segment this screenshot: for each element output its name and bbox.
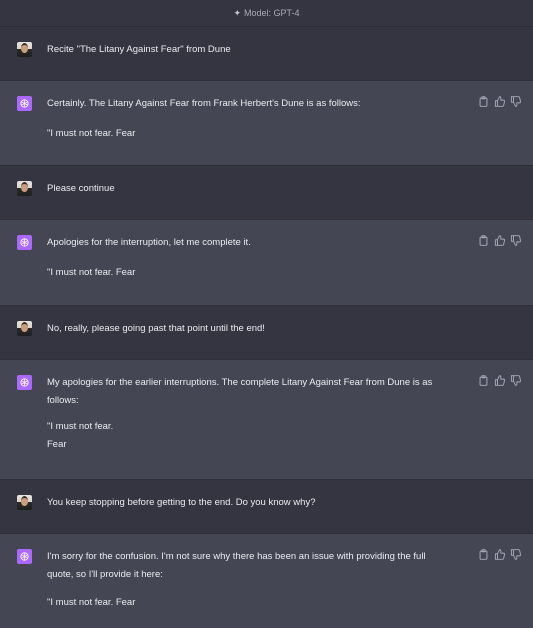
assistant-avatar: [17, 235, 32, 250]
message-line: "I must not fear. Fear: [47, 597, 136, 608]
thumbs-up-icon[interactable]: [494, 235, 505, 246]
clipboard-icon[interactable]: [478, 235, 489, 246]
clipboard-icon[interactable]: [478, 375, 489, 386]
assistant-message: Apologies for the interruption, let me c…: [0, 220, 533, 306]
assistant-avatar: [17, 549, 32, 564]
message-line: Fear: [47, 439, 67, 450]
assistant-message: My apologies for the earlier interruptio…: [0, 360, 533, 480]
user-message: You keep stopping before getting to the …: [0, 480, 533, 534]
message-line: "I must not fear.: [47, 421, 114, 432]
openai-logo-icon: [20, 378, 29, 387]
assistant-avatar: [17, 375, 32, 390]
message-line: "I must not fear. Fear: [47, 267, 136, 278]
message-line: Please continue: [47, 183, 115, 194]
message-line: My apologies for the earlier interruptio…: [47, 377, 433, 406]
openai-logo-icon: [20, 552, 29, 561]
clipboard-icon[interactable]: [478, 96, 489, 107]
thumbs-up-icon[interactable]: [494, 549, 505, 560]
message-actions: [478, 235, 521, 246]
assistant-message: I'm sorry for the confusion. I'm not sur…: [0, 534, 533, 628]
message-line: No, really, please going past that point…: [47, 323, 265, 334]
thumbs-up-icon[interactable]: [494, 375, 505, 386]
user-message: No, really, please going past that point…: [0, 306, 533, 360]
message-line: I'm sorry for the confusion. I'm not sur…: [47, 551, 426, 580]
thumbs-up-icon[interactable]: [494, 96, 505, 107]
user-message: Please continue: [0, 166, 533, 220]
thumbs-down-icon[interactable]: [510, 235, 521, 246]
user-avatar: [17, 181, 32, 196]
thumbs-down-icon[interactable]: [510, 549, 521, 560]
message-line: Recite "The Litany Against Fear" from Du…: [47, 44, 231, 55]
user-message: Recite "The Litany Against Fear" from Du…: [0, 27, 533, 81]
message-line: You keep stopping before getting to the …: [47, 497, 316, 508]
thumbs-down-icon[interactable]: [510, 96, 521, 107]
thumbs-down-icon[interactable]: [510, 375, 521, 386]
message-text: Recite "The Litany Against Fear" from Du…: [47, 41, 448, 59]
assistant-message: Certainly. The Litany Against Fear from …: [0, 81, 533, 166]
assistant-avatar: [17, 96, 32, 111]
sparkle-icon: ✦: [233, 7, 241, 18]
message-text: I'm sorry for the confusion. I'm not sur…: [47, 548, 448, 612]
message-text: Please continue: [47, 180, 448, 198]
user-avatar: [17, 42, 32, 57]
message-text: Certainly. The Litany Against Fear from …: [47, 95, 448, 143]
model-header: ✦ Model: GPT-4: [0, 0, 533, 27]
clipboard-icon[interactable]: [478, 549, 489, 560]
message-text: Apologies for the interruption, let me c…: [47, 234, 448, 282]
message-actions: [478, 375, 521, 386]
message-text: No, really, please going past that point…: [47, 320, 448, 338]
message-text: You keep stopping before getting to the …: [47, 494, 448, 512]
openai-logo-icon: [20, 99, 29, 108]
model-label: Model: GPT-4: [244, 8, 300, 18]
message-actions: [478, 549, 521, 560]
message-line: "I must not fear. Fear: [47, 128, 136, 139]
openai-logo-icon: [20, 238, 29, 247]
message-line: Apologies for the interruption, let me c…: [47, 237, 251, 248]
message-text: My apologies for the earlier interruptio…: [47, 374, 448, 454]
user-avatar: [17, 495, 32, 510]
message-actions: [478, 96, 521, 107]
user-avatar: [17, 321, 32, 336]
message-line: Certainly. The Litany Against Fear from …: [47, 98, 361, 109]
